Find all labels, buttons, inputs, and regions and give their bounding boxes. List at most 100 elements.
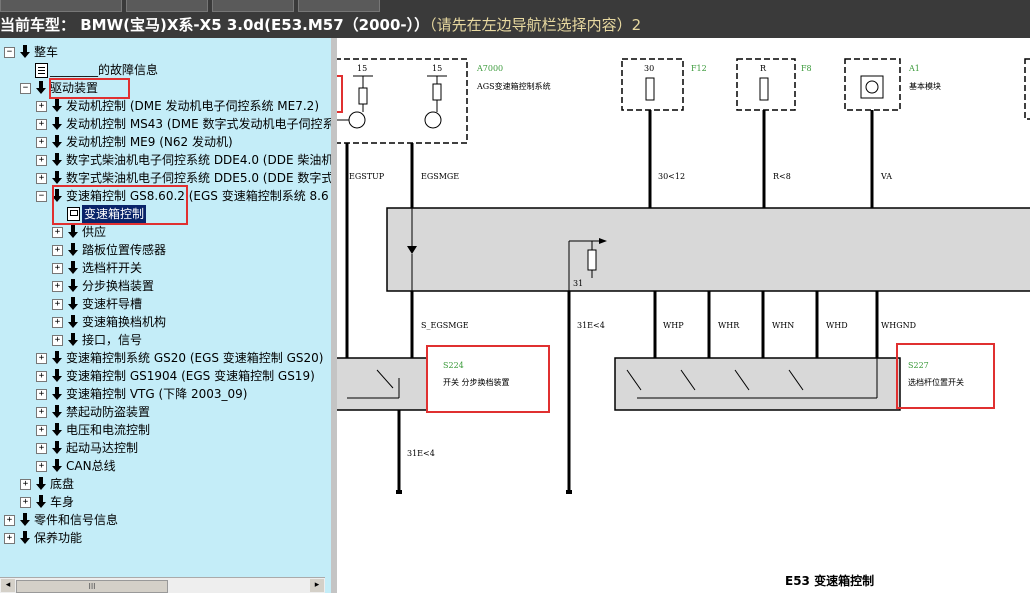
label-whgnd: WHGND: [881, 321, 916, 330]
expand-toggle-icon[interactable]: +: [4, 533, 15, 544]
toolbar-tab[interactable]: [212, 0, 294, 12]
tree-item-supply[interactable]: + 供应: [0, 223, 331, 241]
navigation-tree: − 整车 ________的故障信息 − 驱动装置 + 发动机控制 (DME 发动机电子伺控…: [0, 38, 331, 578]
tree-item-vehicle[interactable]: − 整车: [0, 43, 331, 61]
tree-item-label: 分步换档装置: [82, 279, 155, 293]
expand-toggle-icon[interactable]: +: [36, 173, 47, 184]
expand-toggle-icon[interactable]: +: [36, 137, 47, 148]
scroll-thumb[interactable]: III: [16, 580, 168, 593]
highlight-box-transmission: [52, 185, 188, 225]
tree-item-selector-switch[interactable]: + 选档杆开关: [0, 259, 331, 277]
tree-item-me9[interactable]: + 发动机控制 ME9 (N62 发动机): [0, 133, 331, 151]
horizontal-scrollbar[interactable]: ◂ III ▸: [0, 577, 325, 593]
a1-module-symbol: [860, 75, 884, 99]
tree-item-interface[interactable]: + 接口，信号: [0, 331, 331, 349]
expand-toggle-icon[interactable]: +: [52, 317, 63, 328]
wiring-diagram: 15 15 A7000 AGS变速箱控制系统 30 F12 R F8 A1 基本…: [337, 38, 1030, 593]
down-arrow-icon: [67, 225, 79, 239]
expand-toggle-icon[interactable]: +: [36, 425, 47, 436]
tree-item-label: 起动马达控制: [66, 441, 139, 455]
tree-item-gs20[interactable]: + 变速箱控制系统 GS20 (EGS 变速箱控制 GS20): [0, 349, 331, 367]
tree-item-steptronic[interactable]: + 分步换档装置: [0, 277, 331, 295]
tree-item-vtg[interactable]: + 变速箱控制 VTG (下降 2003_09): [0, 385, 331, 403]
label-31e4b: 31E<4: [407, 449, 435, 458]
expand-toggle-icon[interactable]: +: [52, 263, 63, 274]
tree-item-shift-mechanism[interactable]: + 变速箱换档机构: [0, 313, 331, 331]
a7000-transistor: [424, 111, 442, 129]
expand-toggle-icon[interactable]: +: [36, 101, 47, 112]
expand-toggle-icon[interactable]: +: [36, 353, 47, 364]
s224-id: S224: [443, 361, 464, 370]
tree-item-maintenance[interactable]: + 保养功能: [0, 529, 331, 547]
scroll-right-button[interactable]: ▸: [310, 579, 324, 592]
tree-item-label: 数字式柴油机电子伺控系统 DDE4.0 (DDE 柴油机: [66, 153, 331, 167]
down-arrow-icon: [67, 243, 79, 257]
s224-name: 开关 分步换档装置: [443, 377, 510, 387]
tree-item-label: 禁起动防盗装置: [66, 405, 151, 419]
expand-toggle-icon[interactable]: +: [52, 299, 63, 310]
toolbar-tab[interactable]: [298, 0, 380, 12]
tree-item-parts-signals[interactable]: + 零件和信号信息: [0, 511, 331, 529]
down-arrow-icon: [51, 369, 63, 383]
tree-item-body[interactable]: + 车身: [0, 493, 331, 511]
s227-id: S227: [908, 361, 929, 370]
tree-item-dme-me72[interactable]: + 发动机控制 (DME 发动机电子伺控系统 ME7.2): [0, 97, 331, 115]
tree-item-voltage-current[interactable]: + 电压和电流控制: [0, 421, 331, 439]
down-arrow-icon: [19, 513, 31, 527]
label-31: 31: [573, 279, 583, 288]
expand-toggle-icon[interactable]: +: [36, 461, 47, 472]
down-arrow-icon: [51, 171, 63, 185]
a1-id: A1: [908, 64, 920, 73]
label-whp: WHP: [663, 321, 684, 330]
f12-fuse: [645, 77, 655, 101]
tree-item-gs1904[interactable]: + 变速箱控制 GS1904 (EGS 变速箱控制 GS19): [0, 367, 331, 385]
expand-toggle-icon[interactable]: +: [36, 407, 47, 418]
internal-resistor: [587, 249, 597, 271]
label-whd: WHD: [826, 321, 848, 330]
schematic: 15 15 A7000 AGS变速箱控制系统 30 F12 R F8 A1 基本…: [337, 58, 1030, 494]
expand-toggle-icon[interactable]: +: [36, 119, 47, 130]
expand-toggle-icon[interactable]: +: [52, 227, 63, 238]
s224-box: [337, 357, 428, 411]
expand-toggle-icon[interactable]: +: [36, 389, 47, 400]
down-arrow-icon: [51, 99, 63, 113]
tree-item-starter[interactable]: + 起动马达控制: [0, 439, 331, 457]
down-arrow-icon: [51, 117, 63, 131]
expand-toggle-icon[interactable]: +: [36, 443, 47, 454]
expand-toggle-icon[interactable]: +: [52, 245, 63, 256]
pin-15b: 15: [432, 64, 442, 73]
label-s-egsmge: S_EGSMGE: [421, 321, 469, 330]
collapse-toggle-icon[interactable]: −: [20, 83, 31, 94]
tree-item-label: 供应: [82, 225, 107, 239]
tree-item-label: 电压和电流控制: [66, 423, 151, 437]
tree-item-dde40[interactable]: + 数字式柴油机电子伺控系统 DDE4.0 (DDE 柴油机: [0, 151, 331, 169]
toolbar-tab[interactable]: [0, 0, 122, 12]
tree-item-immobilizer[interactable]: + 禁起动防盗装置: [0, 403, 331, 421]
tree-item-shift-gate[interactable]: + 变速杆导槽: [0, 295, 331, 313]
tree-item-can-bus[interactable]: + CAN总线: [0, 457, 331, 475]
tree-item-pedal-sensor[interactable]: + 踏板位置传感器: [0, 241, 331, 259]
down-arrow-icon: [19, 531, 31, 545]
toolbar-tab[interactable]: [126, 0, 208, 12]
a1-name: 基本模块: [909, 81, 941, 91]
tree-item-ms43[interactable]: + 发动机控制 MS43 (DME 数字式发动机电子伺控系: [0, 115, 331, 133]
tree-item-chassis[interactable]: + 底盘: [0, 475, 331, 493]
tree-item-label: 变速箱控制 VTG (下降 2003_09): [66, 387, 248, 401]
f8-pin: R: [760, 64, 767, 73]
expand-toggle-icon[interactable]: +: [36, 155, 47, 166]
navigation-panel: − 整车 ________的故障信息 − 驱动装置 + 发动机控制 (DME 发动机电子伺控…: [0, 38, 333, 593]
expand-toggle-icon[interactable]: +: [52, 281, 63, 292]
expand-toggle-icon[interactable]: +: [20, 497, 31, 508]
expand-toggle-icon[interactable]: +: [36, 371, 47, 382]
expand-toggle-icon[interactable]: +: [52, 335, 63, 346]
tree-item-label: 车身: [50, 495, 75, 509]
collapse-toggle-icon[interactable]: −: [36, 191, 47, 202]
down-arrow-icon: [35, 477, 47, 491]
label-30-12: 30<12: [658, 172, 685, 181]
collapse-toggle-icon[interactable]: −: [4, 47, 15, 58]
expand-toggle-icon[interactable]: +: [4, 515, 15, 526]
tree-item-label: CAN总线: [66, 459, 116, 473]
tree-item-fault-info[interactable]: ________的故障信息: [0, 61, 331, 79]
scroll-left-button[interactable]: ◂: [1, 579, 15, 592]
expand-toggle-icon[interactable]: +: [20, 479, 31, 490]
